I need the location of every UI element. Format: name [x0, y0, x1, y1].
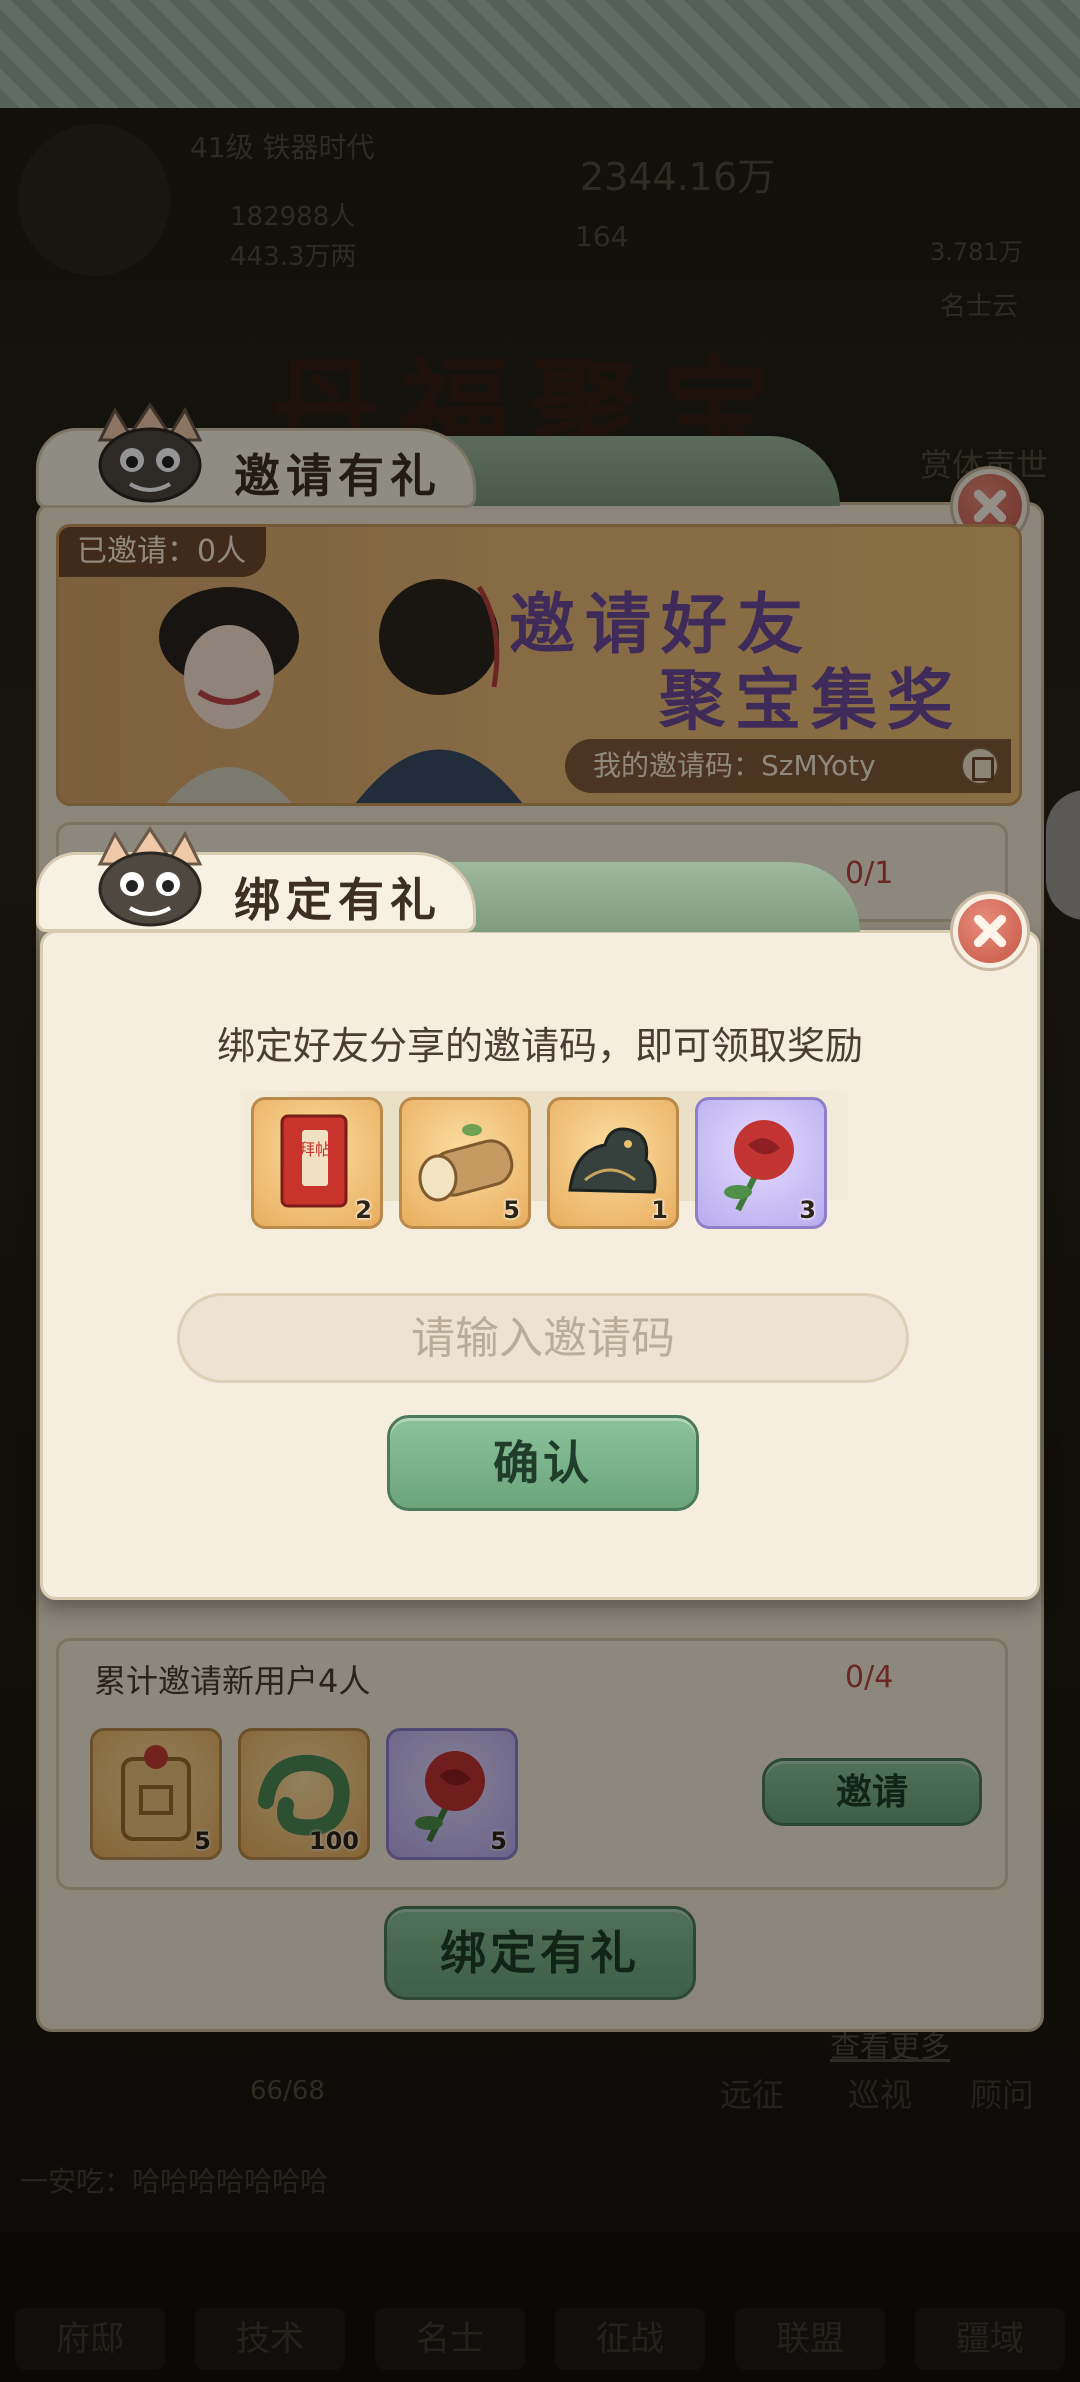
reward-count: 100	[308, 1827, 359, 1855]
bind-dialog: 绑定好友分享的邀请码，即可领取奖励 拜帖 2 5 1 3 确认	[40, 930, 1040, 1600]
bind-description: 绑定好友分享的邀请码，即可领取奖励	[216, 1024, 863, 1068]
resource-right-value: 3.781万	[930, 238, 1023, 266]
nav-campaign[interactable]: 征战	[555, 2308, 705, 2370]
bind-dialog-title: 绑定有礼	[234, 873, 442, 927]
rose-icon[interactable]: 5	[386, 1728, 518, 1860]
bind-gift-button[interactable]: 绑定有礼	[384, 1906, 696, 2000]
my-invite-code: 我的邀请码：SzMYoty	[565, 739, 1011, 793]
confirm-button[interactable]: 确认	[387, 1415, 699, 1511]
wealth-value: 443.3万两	[230, 242, 357, 272]
wood-log-icon[interactable]: 5	[399, 1097, 531, 1229]
reward-count: 1	[651, 1196, 668, 1224]
task2-progress: 0/4	[845, 1660, 894, 1695]
banner-headline-2: 聚宝集奖	[659, 661, 963, 739]
reward-count: 5	[490, 1827, 507, 1855]
dragon-mascot-icon	[97, 402, 203, 503]
invite-panel-title: 邀请有礼	[234, 449, 442, 503]
invited-count: 已邀请：0人	[59, 527, 267, 577]
advisor-button[interactable]: 顾问	[970, 2070, 1034, 2116]
celebrities-label[interactable]: 名士云	[940, 286, 1018, 323]
invite-button[interactable]: 邀请	[762, 1758, 982, 1826]
player-level-title: 41级 铁器时代	[190, 131, 375, 164]
my-invite-code-label: 我的邀请码：SzMYoty	[593, 749, 876, 782]
dragon-mascot-icon	[97, 826, 203, 927]
nav-alliance[interactable]: 联盟	[735, 2308, 885, 2370]
floating-assistant-icon[interactable]	[1046, 790, 1080, 920]
girl-character-illustration	[159, 587, 299, 803]
expedition-button[interactable]: 远征	[720, 2070, 784, 2116]
task2-label: 累计邀请新用户4人	[94, 1662, 371, 1700]
resource-mid-value: 164	[575, 220, 629, 253]
invitation-card-icon[interactable]: 拜帖 2	[251, 1097, 383, 1229]
invite-code-input[interactable]	[177, 1293, 909, 1383]
rose-icon[interactable]: 3	[695, 1097, 827, 1229]
jade-dragon-icon[interactable]: 100	[238, 1728, 370, 1860]
top-status-band	[0, 0, 1080, 108]
reward-count: 3	[799, 1196, 816, 1224]
nav-technology[interactable]: 技术	[195, 2308, 345, 2370]
bottom-nav: 府邸 技术 名士 征战 联盟 疆域	[0, 2232, 1080, 2382]
population-value: 182988人	[230, 202, 356, 232]
card-text: 拜帖	[299, 1140, 331, 1159]
token-medal-icon[interactable]: 5	[90, 1728, 222, 1860]
player-avatar[interactable]	[14, 120, 174, 280]
nav-celebrities[interactable]: 名士	[375, 2308, 525, 2370]
resource-top-value: 2344.16万	[580, 155, 776, 199]
copy-code-icon[interactable]	[961, 747, 999, 785]
invite-banner: 已邀请：0人 邀请好友 聚宝集奖 我的邀请码：SzMYoty	[56, 524, 1022, 806]
chat-line[interactable]: 一安吃：哈哈哈哈哈哈哈	[20, 2160, 328, 2200]
task1-progress: 0/1	[845, 856, 894, 891]
reward-count: 5	[503, 1196, 520, 1224]
nav-territory[interactable]: 疆域	[915, 2308, 1065, 2370]
nav-mansion[interactable]: 府邸	[15, 2308, 165, 2370]
reward-count: 5	[194, 1827, 211, 1855]
patrol-button[interactable]: 巡视	[848, 2070, 912, 2116]
reward-count: 2	[355, 1196, 372, 1224]
stage-progress: 66/68	[250, 2076, 325, 2106]
bind-close-icon[interactable]	[953, 894, 1027, 968]
bronze-beast-icon[interactable]: 1	[547, 1097, 679, 1229]
